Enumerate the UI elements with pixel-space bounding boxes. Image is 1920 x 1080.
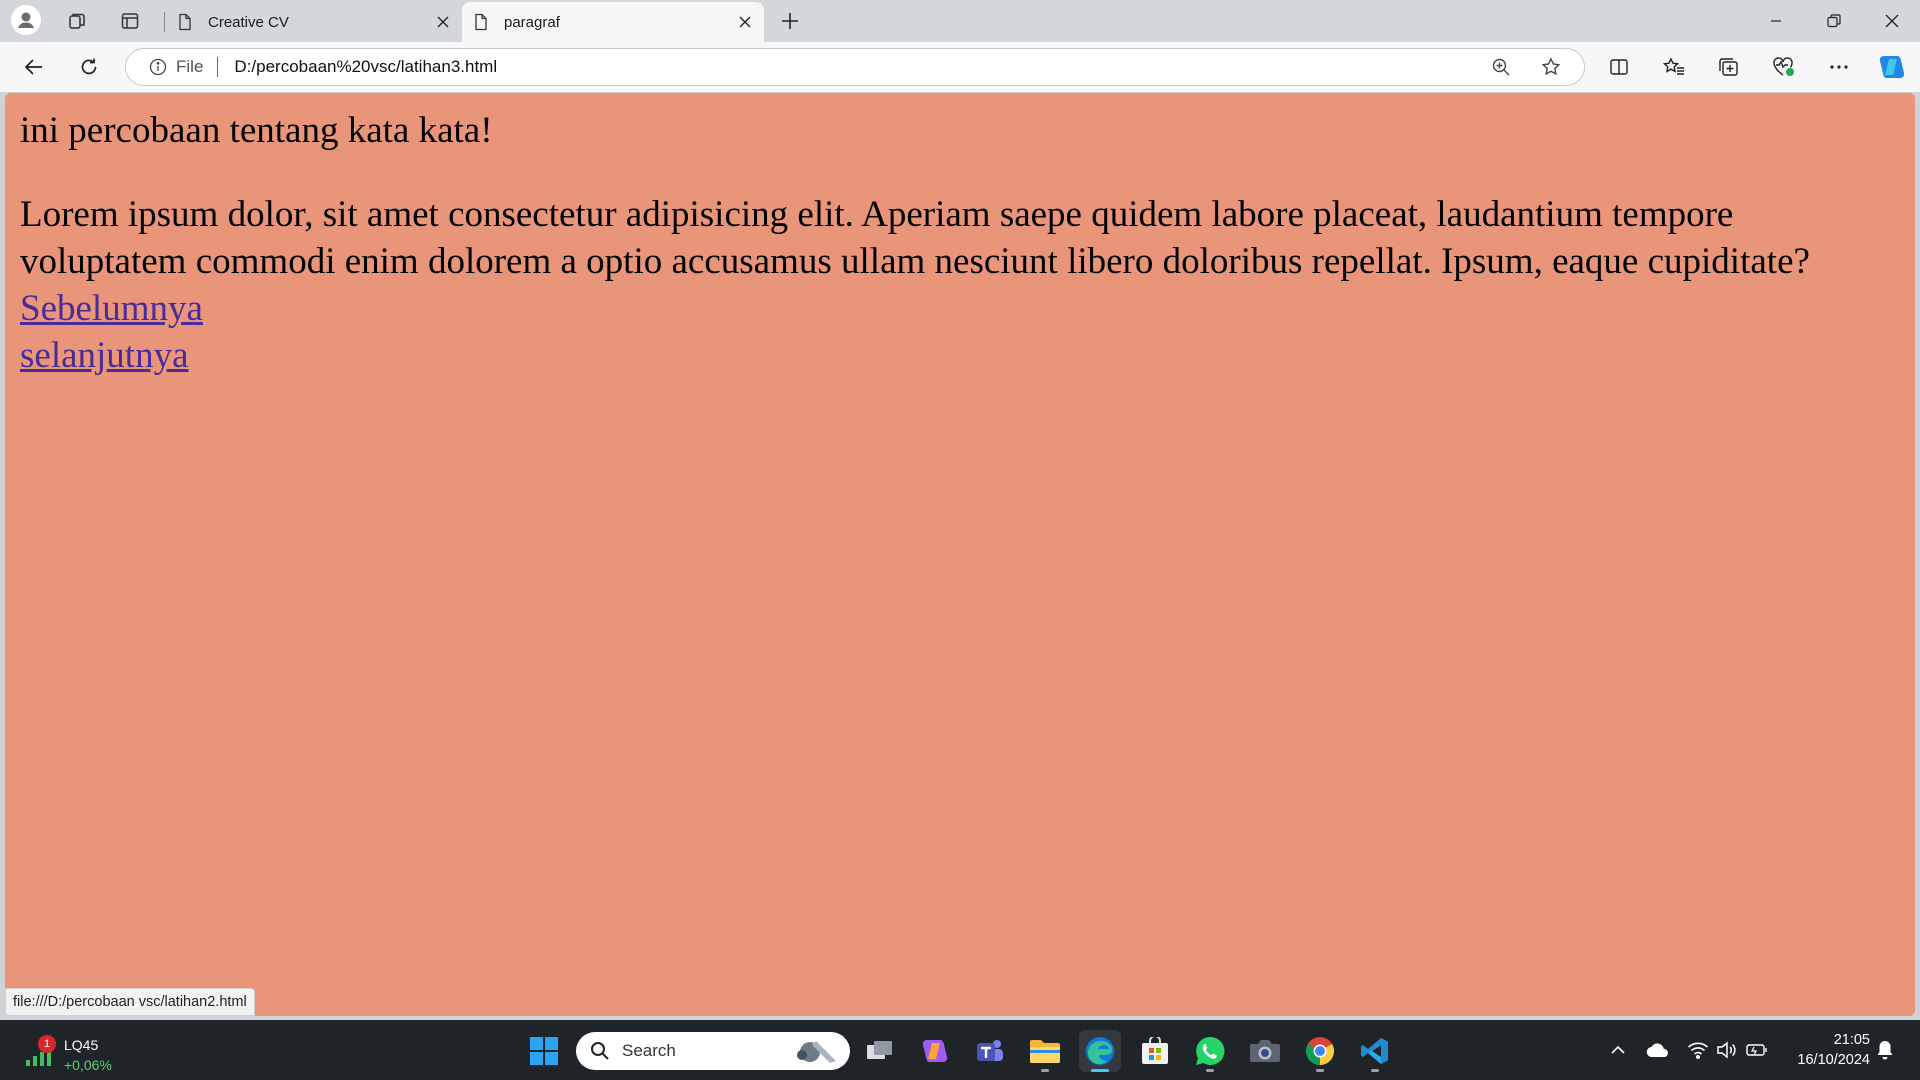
search-label: Search [622,1041,676,1060]
browser-essentials-icon[interactable] [1768,51,1800,83]
url-text[interactable]: D:/percobaan%20vsc/latihan3.html [234,57,1484,77]
clock-time: 21:05 [1833,1032,1870,1048]
collections-icon[interactable] [1713,51,1745,83]
favorite-star-icon[interactable] [1534,50,1568,84]
address-bar[interactable]: File D:/percobaan%20vsc/latihan3.html [125,48,1585,86]
back-button[interactable] [18,51,50,83]
vscode-icon[interactable] [1354,1030,1396,1072]
more-options-icon[interactable] [1823,51,1855,83]
workspaces-icon[interactable] [61,5,93,37]
page-content: ini percobaan tentang kata kata! Lorem i… [5,93,1915,395]
widget-title: LQ45 [64,1037,99,1053]
info-icon[interactable] [148,57,168,77]
microsoft-store-icon[interactable] [1134,1030,1176,1072]
teams-icon[interactable] [969,1030,1011,1072]
stock-widget[interactable]: 1 LQ45 +0,06% [22,1028,132,1073]
restore-button[interactable] [1806,0,1862,42]
taskbar-search[interactable]: Search [576,1032,850,1070]
new-tab-button[interactable] [774,5,806,37]
address-divider [217,57,219,77]
profile-avatar[interactable] [11,5,41,35]
clock-date: 16/10/2024 [1797,1052,1870,1068]
status-bar-url: file:///D:/percobaan vsc/latihan2.html [5,988,255,1016]
notification-badge: 1 [38,1035,56,1053]
copilot-app-icon[interactable] [914,1030,956,1072]
onedrive-icon[interactable] [1645,1038,1671,1062]
page-paragraph: Lorem ipsum dolor, sit amet consectetur … [20,194,1810,282]
search-icon [588,1039,612,1063]
close-window-button[interactable] [1864,0,1920,42]
whatsapp-icon[interactable] [1189,1030,1231,1072]
widget-change: +0,06% [64,1057,112,1073]
volume-icon[interactable] [1714,1038,1740,1062]
page-icon [472,13,490,31]
refresh-button[interactable] [73,51,105,83]
taskbar-clock[interactable]: 21:05 16/10/2024 [1776,1030,1870,1070]
edge-icon[interactable] [1079,1030,1121,1072]
wifi-icon[interactable] [1685,1038,1711,1062]
task-view-icon[interactable] [859,1030,901,1072]
camera-icon[interactable] [1244,1030,1286,1072]
link-sebelumnya[interactable]: Sebelumnya [20,285,203,332]
search-highlight-icon [797,1041,836,1063]
vertical-tabs-icon[interactable] [114,5,146,37]
scheme-label: File [176,57,204,76]
start-button[interactable] [523,1030,565,1072]
page-viewport: ini percobaan tentang kata kata! Lorem i… [5,93,1915,1016]
tab-title: Creative CV [208,13,289,31]
split-screen-icon[interactable] [1603,51,1635,83]
taskbar: 1 LQ45 +0,06% Search 21:05 16/10/2024 [0,1020,1920,1080]
favorites-icon[interactable] [1658,51,1690,83]
minimize-button[interactable] [1748,0,1804,42]
chrome-icon[interactable] [1299,1030,1341,1072]
title-bar: Creative CV paragraf [0,0,1920,42]
copilot-icon[interactable] [1876,51,1908,83]
notifications-icon[interactable] [1874,1038,1896,1062]
tab-title: paragraf [504,13,560,31]
show-hidden-icons[interactable] [1606,1038,1630,1062]
browser-toolbar: File D:/percobaan%20vsc/latihan3.html [0,42,1920,92]
battery-icon[interactable] [1744,1038,1770,1062]
page-heading: ini percobaan tentang kata kata! [20,110,493,151]
close-tab-icon[interactable] [428,7,458,37]
close-tab-icon[interactable] [730,7,760,37]
tab-separator [164,12,165,32]
page-icon [176,13,194,31]
tab-creative-cv[interactable]: Creative CV [166,2,462,42]
tab-paragraf[interactable]: paragraf [462,2,764,42]
link-selanjutnya[interactable]: selanjutnya [20,332,189,379]
zoom-icon[interactable] [1484,50,1518,84]
file-explorer-icon[interactable] [1024,1030,1066,1072]
